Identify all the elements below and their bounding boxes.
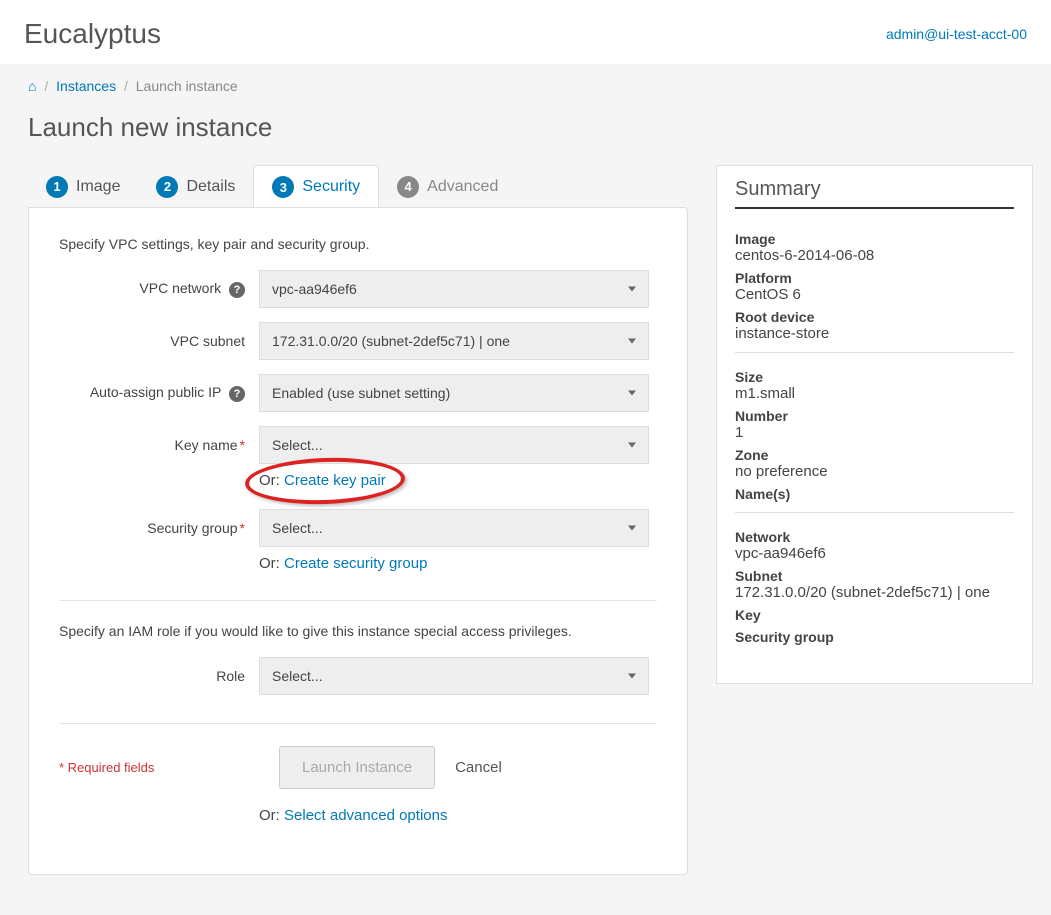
help-icon[interactable]: ?	[229, 386, 245, 402]
cancel-button[interactable]: Cancel	[455, 759, 502, 776]
required-note: * Required fields	[59, 760, 259, 775]
key-name-select[interactable]: Select...	[259, 426, 649, 464]
summary-names-label: Name(s)	[735, 486, 1014, 502]
tab-label: Image	[76, 178, 120, 196]
security-group-label: Security group*	[59, 520, 259, 536]
summary-rootdev-value: instance-store	[735, 325, 1014, 342]
security-group-select[interactable]: Select...	[259, 509, 649, 547]
breadcrumb: ⌂ / Instances / Launch instance	[0, 64, 1051, 98]
tab-num: 2	[156, 176, 178, 198]
vpc-subnet-select[interactable]: 172.31.0.0/20 (subnet-2def5c71) | one	[259, 322, 649, 360]
summary-key-label: Key	[735, 607, 1014, 623]
role-select[interactable]: Select...	[259, 657, 649, 695]
summary-number-value: 1	[735, 424, 1014, 441]
tab-num: 1	[46, 176, 68, 198]
tab-image[interactable]: 1 Image	[28, 165, 138, 208]
summary-image-label: Image	[735, 231, 1014, 247]
summary-number-label: Number	[735, 408, 1014, 424]
divider	[59, 600, 657, 601]
key-name-label: Key name*	[59, 437, 259, 453]
summary-title: Summary	[735, 178, 1014, 209]
summary-size-value: m1.small	[735, 385, 1014, 402]
summary-panel: Summary Image centos-6-2014-06-08 Platfo…	[716, 165, 1033, 684]
auto-assign-ip-label: Auto-assign public IP ?	[59, 384, 259, 402]
wizard-tabs: 1 Image 2 Details 3 Security 4 Advanced	[28, 165, 688, 208]
brand: Eucalyptus	[24, 18, 161, 50]
tab-label: Security	[302, 178, 360, 196]
summary-size-label: Size	[735, 369, 1014, 385]
create-key-pair-link[interactable]: Create key pair	[284, 472, 386, 489]
tab-details[interactable]: 2 Details	[138, 165, 253, 208]
tab-num: 3	[272, 176, 294, 198]
home-icon[interactable]: ⌂	[28, 78, 36, 94]
select-advanced-options-link[interactable]: Select advanced options	[284, 807, 447, 824]
intro-text: Specify VPC settings, key pair and secur…	[59, 236, 657, 252]
summary-rootdev-label: Root device	[735, 309, 1014, 325]
vpc-network-select[interactable]: vpc-aa946ef6	[259, 270, 649, 308]
breadcrumb-instances[interactable]: Instances	[56, 78, 116, 94]
create-security-group-link[interactable]: Create security group	[284, 555, 427, 572]
tab-num: 4	[397, 176, 419, 198]
sg-or-row: Or: Create security group	[259, 555, 657, 572]
tab-panel: Specify VPC settings, key pair and secur…	[28, 207, 688, 875]
tab-security[interactable]: 3 Security	[253, 165, 379, 208]
help-icon[interactable]: ?	[229, 282, 245, 298]
summary-image-value: centos-6-2014-06-08	[735, 247, 1014, 264]
vpc-network-label: VPC network ?	[59, 280, 259, 298]
advanced-or-row: Or: Select advanced options	[259, 807, 657, 824]
page-title: Launch new instance	[0, 98, 1051, 165]
top-bar: Eucalyptus admin@ui-test-acct-00	[0, 0, 1051, 64]
iam-intro-text: Specify an IAM role if you would like to…	[59, 623, 657, 639]
divider	[59, 723, 657, 724]
summary-zone-value: no preference	[735, 463, 1014, 480]
user-link[interactable]: admin@ui-test-acct-00	[886, 26, 1027, 42]
summary-platform-value: CentOS 6	[735, 286, 1014, 303]
summary-zone-label: Zone	[735, 447, 1014, 463]
summary-subnet-label: Subnet	[735, 568, 1014, 584]
launch-instance-button[interactable]: Launch Instance	[279, 746, 435, 789]
tab-label: Advanced	[427, 178, 498, 196]
tab-label: Details	[186, 178, 235, 196]
breadcrumb-sep: /	[124, 78, 128, 94]
tab-advanced[interactable]: 4 Advanced	[379, 165, 516, 208]
key-or-row: Or: Create key pair	[259, 472, 657, 489]
summary-network-value: vpc-aa946ef6	[735, 545, 1014, 562]
role-label: Role	[59, 668, 259, 684]
breadcrumb-sep: /	[44, 78, 48, 94]
breadcrumb-current: Launch instance	[136, 78, 238, 94]
summary-network-label: Network	[735, 529, 1014, 545]
vpc-subnet-label: VPC subnet	[59, 333, 259, 349]
auto-assign-ip-select[interactable]: Enabled (use subnet setting)	[259, 374, 649, 412]
summary-subnet-value: 172.31.0.0/20 (subnet-2def5c71) | one	[735, 584, 1014, 601]
summary-platform-label: Platform	[735, 270, 1014, 286]
summary-sg-label: Security group	[735, 629, 1014, 645]
